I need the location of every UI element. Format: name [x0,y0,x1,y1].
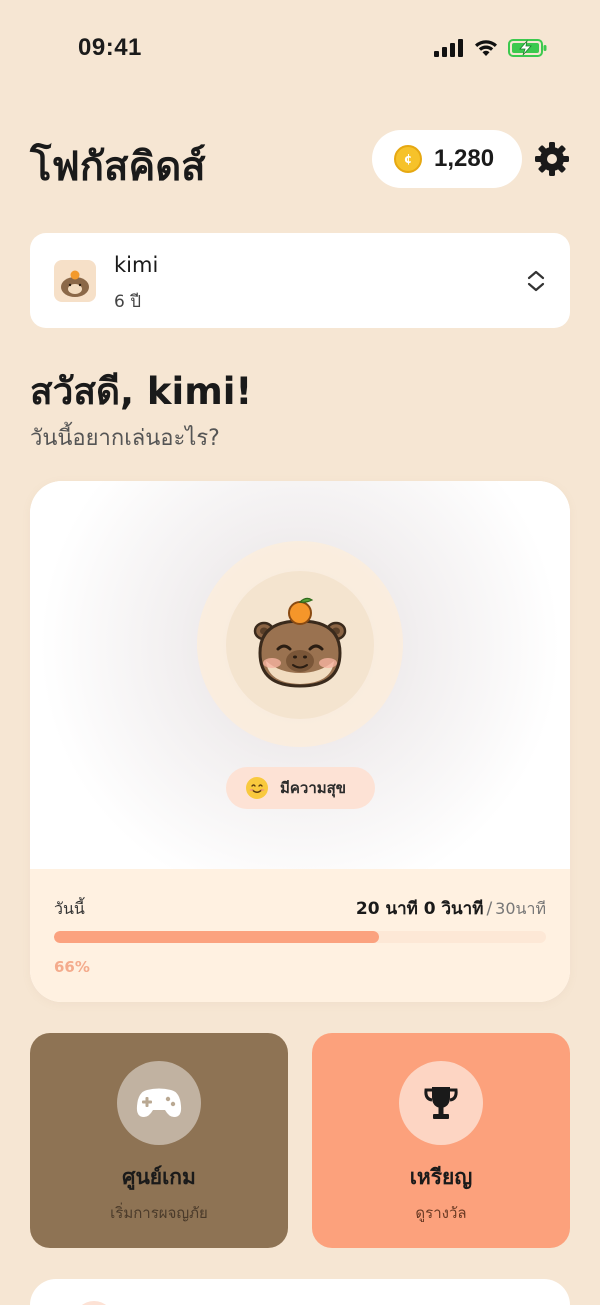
profile-name: kimi [114,253,159,277]
progress-bar-fill [54,931,379,943]
coin-balance-button[interactable]: ¢ 1,280 [372,130,522,188]
daily-progress: วันนี้ 20 นาที 0 วินาที/30นาที 66% [30,869,570,1002]
status-icons [434,38,548,58]
coin-balance: 1,280 [434,145,495,172]
time-separator: / [486,899,493,919]
status-bar: 09:41 [0,0,600,96]
profile-avatar [54,260,96,302]
mood-badge: มีความสุข [226,767,375,809]
progress-bar [54,931,546,943]
wifi-icon [475,40,497,56]
trophy-icon [399,1061,483,1145]
medals-tile[interactable]: เหรียญ ดูรางวัล [312,1033,570,1248]
status-time: 09:41 [78,34,142,61]
today-label: วันนี้ [54,899,85,918]
profile-age: 6 ปี [114,292,142,312]
medals-title: เหรียญ [409,1165,473,1189]
battery-charging-icon [508,39,547,57]
chevron-up-down-icon[interactable] [526,269,546,293]
smiling-face-icon [246,777,268,799]
greeting-subtitle: วันนี้อยากเล่นอะไร? [30,426,220,451]
pet-card[interactable]: มีความสุข วันนี้ 20 นาที 0 วินาที/30นาที… [30,481,570,1002]
gamepad-icon [117,1061,201,1145]
time-readout: 20 นาที 0 วินาที/30นาที [356,895,546,922]
capybara-pet-icon[interactable] [250,591,350,701]
progress-percent: 66% [54,958,90,976]
time-played: 20 นาที 0 วินาที [355,899,484,919]
header: โฟกัสคิดส์ ¢ 1,280 [30,130,570,190]
game-center-subtitle: เริ่มการผจญภัย [110,1204,208,1222]
mood-label: มีความสุข [280,779,347,797]
game-center-title: ศูนย์เกม [122,1165,196,1189]
app-title: โฟกัสคิดส์ [30,144,206,190]
game-center-tile[interactable]: ศูนย์เกม เริ่มการผจญภัย [30,1033,288,1248]
cellular-signal-icon [434,39,463,57]
medals-subtitle: ดูรางวัล [415,1204,467,1222]
next-section-icon [74,1301,114,1305]
greeting-title: สวัสดี, kimi! [30,370,253,413]
next-section-card[interactable] [30,1279,570,1305]
profile-switcher[interactable]: kimi 6 ปี [30,233,570,328]
gear-icon[interactable] [534,141,570,177]
time-goal: 30นาที [495,899,546,918]
pet-stage: มีความสุข [30,481,570,869]
coin-icon: ¢ [394,145,422,173]
